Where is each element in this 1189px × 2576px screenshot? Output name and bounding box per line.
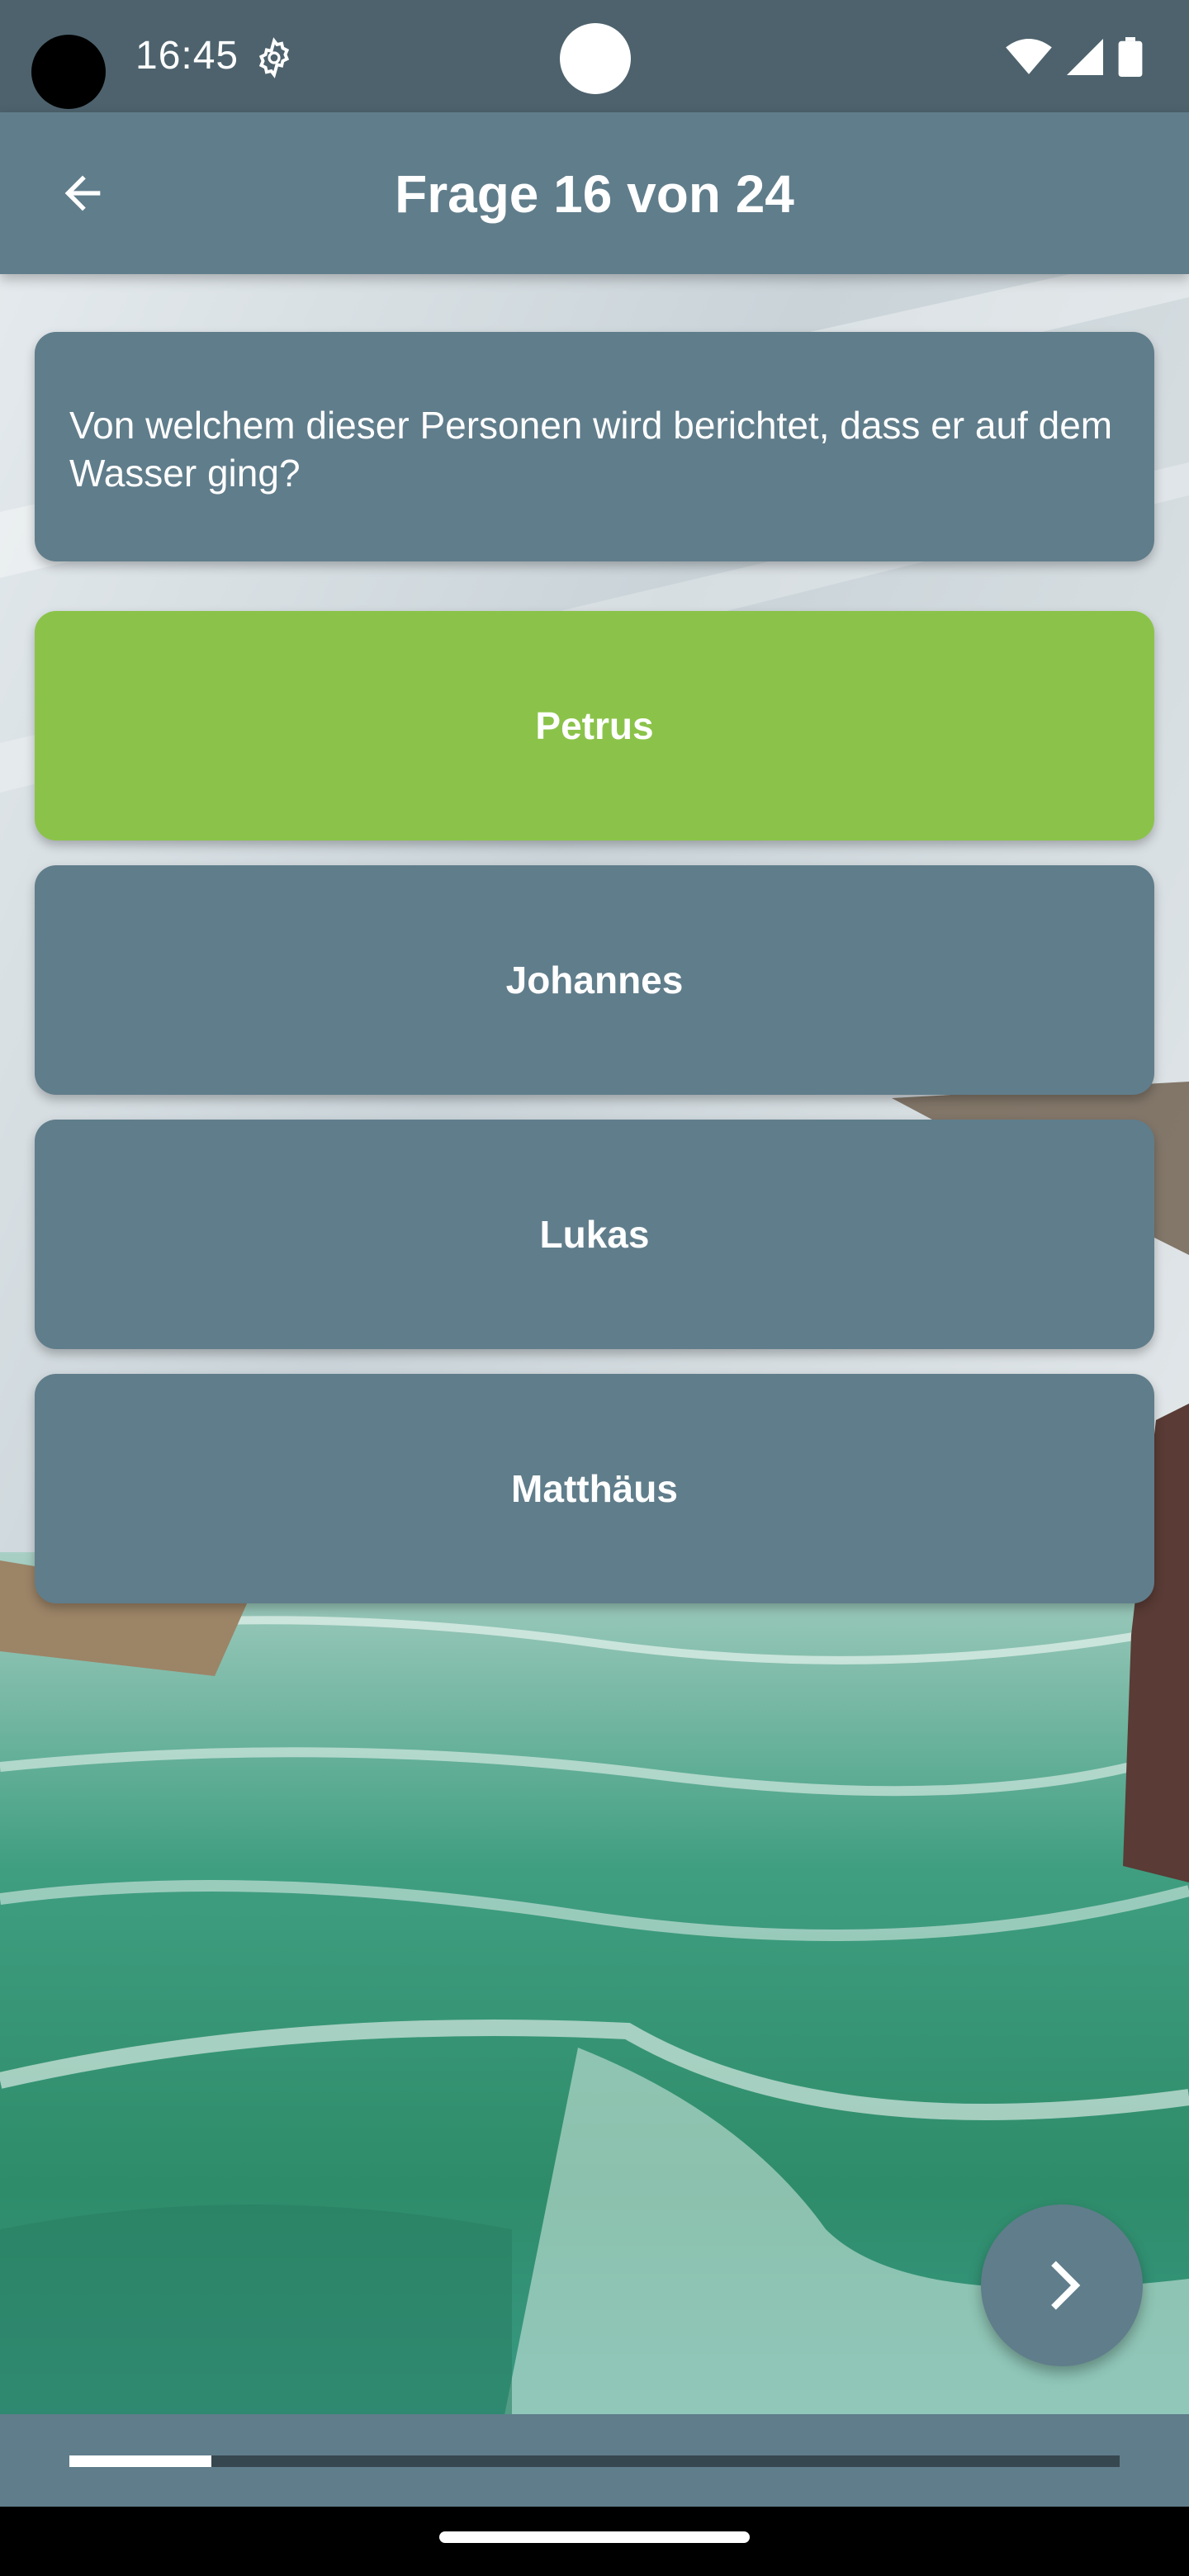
answer-button-1[interactable]: Petrus xyxy=(35,611,1154,841)
answer-label: Matthäus xyxy=(511,1467,678,1510)
answer-label: Lukas xyxy=(539,1213,650,1256)
progress-track xyxy=(69,2455,1120,2467)
question-text: Von welchem dieser Personen wird bericht… xyxy=(69,404,1113,495)
app-bar: Frage 16 von 24 xyxy=(0,112,1189,274)
question-card: Von welchem dieser Personen wird bericht… xyxy=(35,332,1154,561)
status-time: 16:45 xyxy=(135,34,239,78)
answer-button-4[interactable]: Matthäus xyxy=(35,1374,1154,1603)
front-camera-dot xyxy=(560,23,631,94)
signal-icon xyxy=(1067,39,1103,75)
answer-label: Johannes xyxy=(505,959,684,1002)
progress-bar-container xyxy=(0,2414,1189,2507)
answer-button-2[interactable]: Johannes xyxy=(35,865,1154,1095)
battery-icon xyxy=(1118,37,1143,77)
home-gesture-handle[interactable] xyxy=(439,2531,750,2543)
page-title: Frage 16 von 24 xyxy=(395,164,794,224)
system-navigation-bar xyxy=(0,2507,1189,2576)
progress-fill xyxy=(69,2455,211,2467)
answer-label: Petrus xyxy=(535,704,654,747)
wifi-icon xyxy=(1006,39,1052,74)
status-bar: 16:45 xyxy=(0,0,1189,112)
next-question-button[interactable] xyxy=(981,2204,1143,2366)
chevron-right-icon xyxy=(1051,2261,1081,2310)
camera-cutout xyxy=(31,35,106,109)
answer-button-3[interactable]: Lukas xyxy=(35,1120,1154,1349)
settings-icon xyxy=(258,37,290,78)
